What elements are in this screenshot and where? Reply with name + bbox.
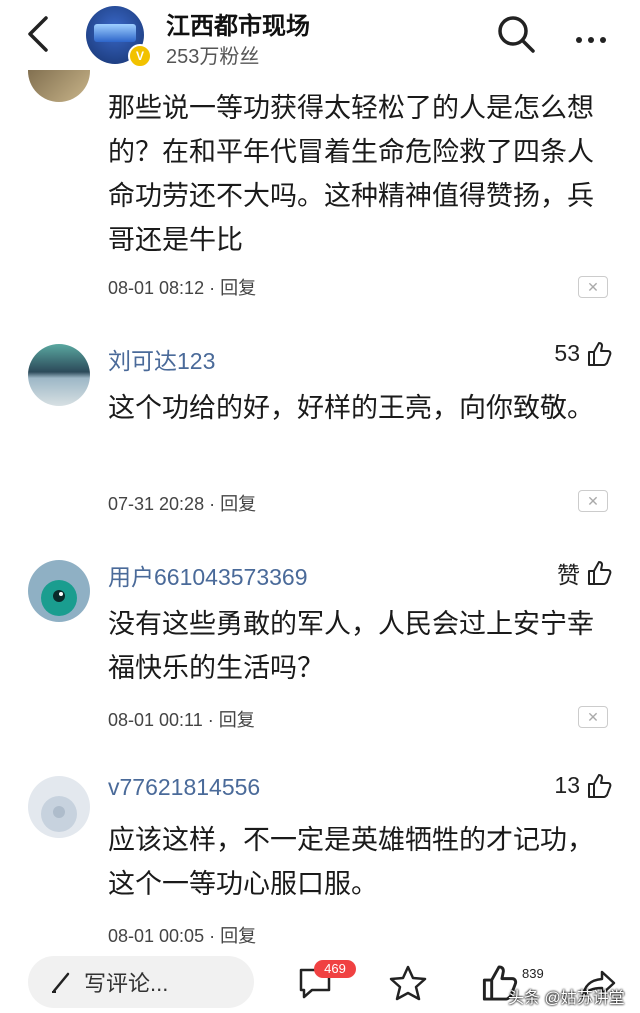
meta-separator: ·	[202, 710, 219, 730]
more-icon[interactable]	[576, 30, 616, 43]
write-comment-input[interactable]: 写评论...	[28, 956, 254, 1008]
avatar[interactable]	[28, 344, 90, 406]
like-button[interactable]: 13	[554, 772, 612, 799]
thumb-up-icon	[588, 773, 612, 798]
like-count: 赞	[557, 562, 580, 588]
watermark: 头条 @姑苏讲堂	[508, 990, 625, 1007]
comment-item: 用户661043573369 赞 没有这些勇敢的军人，人民会过上安宁幸福快乐的生…	[0, 552, 640, 752]
search-icon[interactable]	[496, 14, 536, 54]
comment-item: v77621814556 13 应该这样，不一定是英雄牺牲的才记功，这个一等功心…	[0, 768, 640, 948]
comment-count-badge: 469	[314, 960, 356, 978]
meta-separator: ·	[204, 926, 221, 946]
comment-meta: 07-31 20:28 · 回复	[108, 490, 256, 516]
bottom-action-bar: 写评论... 469 839 头条 @姑苏讲堂	[0, 948, 640, 1013]
account-name[interactable]: 江西都市现场	[166, 6, 310, 41]
thumb-up-icon	[588, 561, 612, 585]
comment-meta: 08-01 00:11 · 回复	[108, 706, 255, 732]
avatar[interactable]	[28, 560, 90, 622]
comment-username[interactable]: v77621814556	[108, 774, 260, 801]
follower-count: 253万粉丝	[166, 46, 260, 68]
reply-button[interactable]: 回复	[219, 710, 255, 730]
meta-separator: ·	[204, 278, 221, 298]
comment-time: 08-01 00:05	[108, 926, 205, 946]
default-avatar-icon	[41, 580, 77, 616]
like-count: 839	[522, 966, 544, 981]
meta-separator: ·	[204, 494, 221, 514]
comment-meta: 08-01 08:12 · 回复	[108, 274, 256, 300]
account-logo	[94, 24, 136, 42]
close-icon[interactable]: ✕	[578, 706, 608, 728]
write-comment-label: 写评论...	[84, 971, 169, 996]
avatar[interactable]	[28, 70, 90, 102]
close-icon[interactable]: ✕	[578, 276, 608, 298]
comment-time: 07-31 20:28	[108, 494, 205, 514]
comment-username[interactable]: 用户661043573369	[108, 558, 308, 592]
like-button[interactable]: 53	[554, 340, 612, 367]
thumb-up-icon	[588, 341, 612, 366]
comment-item: 刘可达123 53 这个功给的好，好样的王亮，向你致敬。 07-31 20:28…	[0, 336, 640, 536]
pencil-icon	[52, 972, 70, 993]
star-icon[interactable]	[388, 964, 428, 1002]
avatar[interactable]	[28, 776, 90, 838]
reply-button[interactable]: 回复	[220, 926, 256, 946]
comment-time: 08-01 00:11	[108, 710, 203, 730]
like-count: 53	[554, 340, 580, 366]
comment-text: 这个功给的好，好样的王亮，向你致敬。	[108, 393, 594, 423]
reply-button[interactable]: 回复	[220, 278, 256, 298]
top-bar: V 江西都市现场 253万粉丝	[0, 0, 640, 70]
comment-text: 应该这样，不一定是英雄牺牲的才记功，这个一等功心服口服。	[108, 825, 594, 899]
like-count: 13	[554, 772, 580, 798]
default-avatar-icon	[41, 796, 77, 832]
comment-time: 08-01 08:12	[108, 278, 205, 298]
reply-button[interactable]: 回复	[220, 494, 256, 514]
comment-text: 没有这些勇敢的军人，人民会过上安宁幸福快乐的生活吗？	[108, 609, 594, 683]
comment-list[interactable]: 那些说一等功获得太轻松了的人是怎么想的？在和平年代冒着生命危险救了四条人命功劳还…	[0, 70, 640, 948]
verified-badge: V	[128, 44, 152, 68]
like-button[interactable]: 赞	[557, 556, 612, 590]
comment-meta: 08-01 00:05 · 回复	[108, 922, 256, 948]
comment-username[interactable]: 刘可达123	[108, 342, 215, 376]
comment-text: 那些说一等功获得太轻松了的人是怎么想的？在和平年代冒着生命危险救了四条人命功劳还…	[108, 93, 594, 255]
comment-item: 那些说一等功获得太轻松了的人是怎么想的？在和平年代冒着生命危险救了四条人命功劳还…	[0, 70, 640, 310]
back-icon[interactable]	[22, 14, 58, 54]
close-icon[interactable]: ✕	[578, 490, 608, 512]
